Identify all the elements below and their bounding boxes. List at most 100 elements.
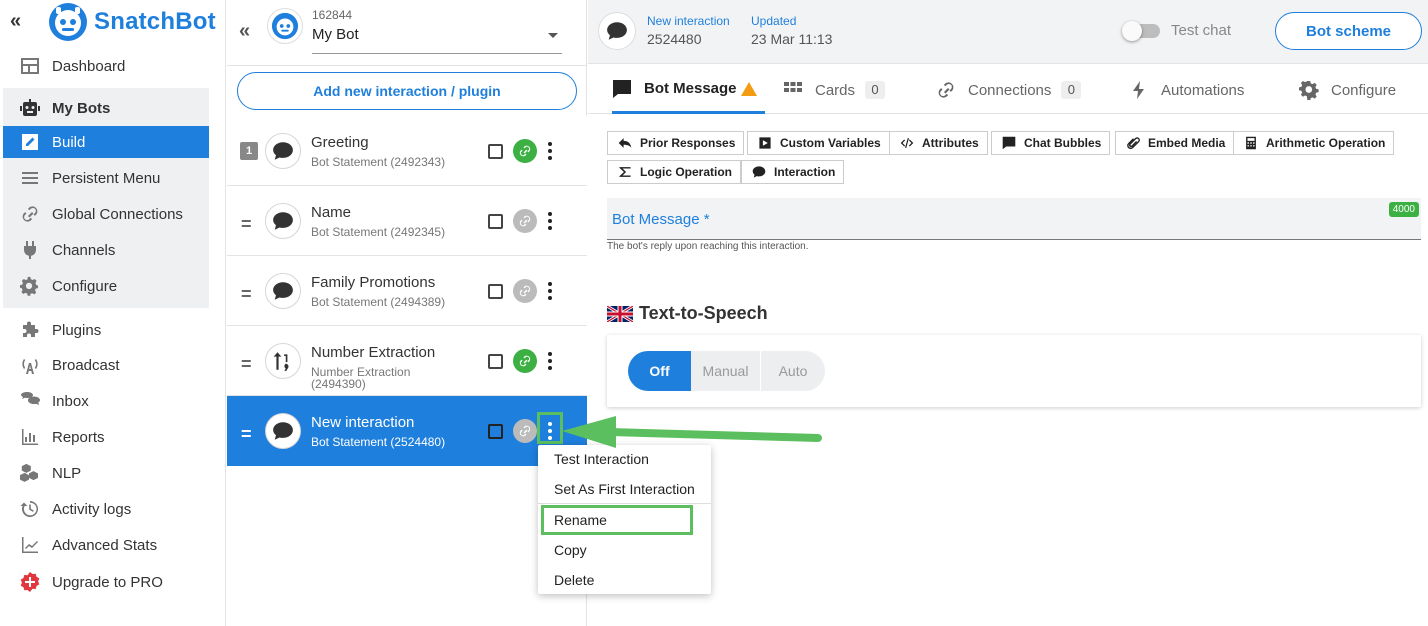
updated-value: 23 Mar 11:13 [751,31,833,47]
sidebar-item-label: Plugins [52,321,102,339]
chip-arithmetic-operation[interactable]: Arithmetic Operation [1233,131,1395,155]
menu-item-set-first[interactable]: Set As First Interaction [554,481,695,497]
link-icon[interactable] [513,209,537,233]
cubes-icon [20,463,38,482]
drag-handle-icon[interactable]: = [241,214,252,235]
interaction-row-number-extraction[interactable]: = Number Extraction Number Extraction (2… [227,326,587,396]
bot-select[interactable]: My Bot [312,26,562,54]
chip-attributes[interactable]: Attributes [889,131,988,155]
menu-item-copy[interactable]: Copy [554,542,587,558]
edit-icon [22,134,38,150]
editor-tabs: Bot Message Cards 0 Connections 0 Automa… [588,66,1428,114]
first-interaction-badge: 1 [240,142,258,160]
interaction-row-new-interaction[interactable]: = New interaction Bot Statement (2524480… [227,396,587,466]
tab-bot-message[interactable]: Bot Message [612,66,765,114]
interaction-checkbox[interactable] [488,424,503,439]
interaction-title: Name [311,204,352,221]
tts-option-auto[interactable]: Auto [761,351,825,391]
sidebar-item-activity-logs[interactable]: Activity logs [0,493,209,525]
more-options-icon[interactable] [545,349,555,373]
link-icon[interactable] [513,139,537,163]
sidebar-item-plugins[interactable]: Plugins [0,314,209,346]
sidebar-item-label: Channels [52,241,116,259]
link-icon[interactable] [513,349,537,373]
interaction-row-family-promotions[interactable]: = Family Promotions Bot Statement (24943… [227,256,587,326]
more-options-icon[interactable] [545,209,555,233]
chip-chat-bubbles[interactable]: Chat Bubbles [991,131,1111,155]
tab-connections[interactable]: Connections 0 [936,66,1082,114]
sigma-icon [619,167,631,177]
chip-logic-operation[interactable]: Logic Operation [607,160,742,184]
link-icon[interactable] [513,419,537,443]
chip-label: Prior Responses [640,136,736,150]
chip-label: Custom Variables [780,136,881,150]
sidebar-item-build[interactable]: Build [3,126,209,158]
sidebar-item-inbox[interactable]: Inbox [0,385,209,417]
bot-statement-icon [265,133,301,169]
sidebar-item-persistent-menu[interactable]: Persistent Menu [3,162,209,194]
tab-automations[interactable]: Automations [1129,66,1244,114]
warning-icon [740,81,757,96]
sidebar-item-label: Activity logs [52,500,132,518]
tab-label: Automations [1161,81,1245,99]
test-chat-toggle[interactable] [1122,21,1160,41]
interaction-checkbox[interactable] [488,284,503,299]
tab-configure[interactable]: Configure [1299,66,1396,114]
sidebar-item-global-connections[interactable]: Global Connections [3,198,209,230]
logo[interactable]: SnatchBot [48,2,216,42]
interaction-row-greeting[interactable]: 1 Greeting Bot Statement (2492343) [227,116,587,186]
tts-heading: Text-to-Speech [607,303,768,324]
chip-label: Embed Media [1148,136,1226,150]
sidebar-item-broadcast[interactable]: Broadcast [0,349,209,381]
sidebar-item-my-bots[interactable]: My Bots [3,92,209,124]
chip-embed-media[interactable]: Embed Media [1115,131,1235,155]
link-icon [938,82,954,98]
sidebar-item-dashboard[interactable]: Dashboard [0,50,209,82]
sidebar-item-upgrade-pro[interactable]: Upgrade to PRO [0,566,209,598]
interaction-checkbox[interactable] [488,354,503,369]
paperclip-icon [1127,137,1140,150]
tab-label: Bot Message [644,80,737,97]
sidebar-item-label: Advanced Stats [52,536,158,554]
snatchbot-logo-icon [49,3,87,41]
sidebar-item-configure[interactable]: Configure [3,270,209,302]
line-chart-icon [22,537,38,553]
menu-item-delete[interactable]: Delete [554,572,594,588]
drag-handle-icon[interactable]: = [241,284,252,305]
bot-message-input[interactable]: Bot Message * 4000 [607,198,1421,240]
chip-custom-variables[interactable]: Custom Variables [747,131,890,155]
tab-label: Connections [968,81,1052,99]
chip-interaction[interactable]: Interaction [741,160,845,184]
add-interaction-button[interactable]: Add new interaction / plugin [237,72,577,110]
sidebar-item-nlp[interactable]: NLP [0,457,209,489]
interaction-checkbox[interactable] [488,144,503,159]
collapse-panel-icon[interactable]: « [239,20,250,43]
bot-scheme-button[interactable]: Bot scheme [1275,12,1422,50]
more-options-icon[interactable] [545,279,555,303]
sidebar-item-channels[interactable]: Channels [3,234,209,266]
sidebar-item-label: Global Connections [52,205,183,223]
collapse-sidebar-icon[interactable]: « [10,10,21,33]
interaction-row-name[interactable]: = Name Bot Statement (2492345) [227,186,587,256]
sidebar-item-reports[interactable]: Reports [0,421,209,453]
interaction-checkbox[interactable] [488,214,503,229]
drag-handle-icon[interactable]: = [241,354,252,375]
interaction-subtitle: Number Extraction (2494390) [311,365,411,391]
sidebar-item-advanced-stats[interactable]: Advanced Stats [0,529,209,561]
link-icon[interactable] [513,279,537,303]
updated-label: Updated [751,14,797,28]
tts-option-off[interactable]: Off [628,351,691,391]
chip-label: Arithmetic Operation [1266,136,1386,150]
drag-handle-icon[interactable]: = [241,424,252,445]
tab-count: 0 [865,81,886,99]
sidebar-item-label: Upgrade to PRO [52,573,163,591]
menu-icon [22,172,38,184]
chip-prior-responses[interactable]: Prior Responses [607,131,745,155]
uk-flag-icon [607,305,633,322]
tts-option-manual[interactable]: Manual [691,351,760,391]
tab-cards[interactable]: Cards 0 [783,66,886,114]
interaction-subtitle: Bot Statement (2524480) [311,435,446,449]
more-options-icon[interactable] [545,139,555,163]
tab-label: Configure [1331,81,1397,99]
menu-item-rename[interactable]: Rename [554,512,607,528]
